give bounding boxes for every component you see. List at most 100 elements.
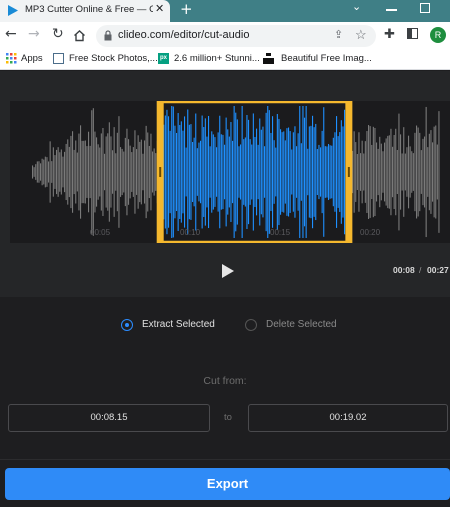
waveform-bar: [272, 116, 274, 228]
waveform-bar: [70, 135, 72, 209]
selection-start-handle-grip: [159, 167, 162, 177]
waveform-bar: [59, 152, 61, 192]
waveform-bar: [36, 161, 38, 183]
waveform-bar: [204, 118, 206, 226]
waveform-bar: [259, 118, 261, 226]
waveform-bar: [86, 146, 88, 198]
waveform-bar: [224, 144, 226, 200]
extensions-puzzle-icon[interactable]: ✚: [384, 26, 395, 42]
waveform-bar: [297, 133, 299, 211]
waveform-bar: [424, 136, 426, 208]
end-time-input[interactable]: 00:19.02: [248, 404, 448, 432]
waveform-bar: [243, 139, 245, 205]
waveform-bar: [363, 153, 365, 191]
bookmark-apps[interactable]: Apps: [21, 53, 43, 64]
waveform-bar: [168, 116, 170, 228]
waveform-bar: [404, 153, 406, 191]
waveform-bar: [164, 115, 166, 229]
waveform-bar: [147, 132, 149, 212]
browser-tab-active[interactable]: MP3 Cutter Online & Free — Clideo ✕: [0, 0, 170, 22]
waveform-bar: [337, 136, 339, 208]
waveform-bar: [84, 140, 86, 204]
waveform-bar: [176, 132, 178, 212]
waveform-bar: [368, 125, 370, 219]
clideo-favicon-icon: [8, 5, 18, 16]
waveform-bar: [248, 119, 250, 225]
waveform-bar: [172, 106, 174, 238]
waveform-bar: [96, 137, 98, 207]
url-text: clideo.com/editor/cut-audio: [118, 29, 250, 41]
waveform-bar: [436, 144, 438, 200]
play-button[interactable]: [219, 262, 237, 280]
delete-selected-radio[interactable]: [245, 319, 257, 331]
waveform-bar: [73, 149, 75, 195]
waveform-bar: [123, 151, 125, 193]
waveform-bar: [251, 144, 253, 200]
waveform-bar: [118, 116, 120, 228]
bookmark-stunning-images[interactable]: 2.6 million+ Stunni...: [174, 53, 260, 64]
waveform-bar: [219, 115, 221, 229]
waveform-bar: [201, 115, 203, 229]
start-time-input[interactable]: 00:08.15: [8, 404, 210, 432]
waveform-bar: [372, 126, 374, 218]
window-minimize-icon[interactable]: [386, 9, 397, 11]
waveform-bar: [120, 147, 122, 197]
waveform-bar: [403, 127, 405, 217]
waveform-bar: [240, 144, 242, 200]
waveform-bar: [273, 140, 275, 204]
waveform-bar: [411, 151, 413, 193]
waveform-bar: [344, 109, 346, 235]
tab-close-icon[interactable]: ✕: [155, 2, 164, 15]
export-button[interactable]: Export: [5, 468, 450, 500]
waveform-bar: [262, 126, 264, 218]
to-label: to: [224, 412, 232, 423]
waveform-bar: [244, 137, 246, 207]
waveform-bar: [62, 156, 64, 188]
back-arrow-icon[interactable]: ←: [5, 26, 17, 42]
home-icon[interactable]: [73, 29, 86, 42]
bookmark-beautiful-free-images[interactable]: Beautiful Free Imag...: [281, 53, 372, 64]
waveform-bar: [270, 132, 272, 212]
share-icon[interactable]: ⇪: [334, 28, 343, 41]
profile-avatar[interactable]: R: [430, 27, 446, 43]
tab-search-chevron-icon[interactable]: ⌄: [352, 0, 361, 13]
waveform-bar: [400, 134, 402, 210]
waveform-bar: [116, 132, 118, 212]
side-panel-icon[interactable]: [407, 28, 418, 39]
waveform-bar: [110, 136, 112, 208]
delete-selected-label[interactable]: Delete Selected: [266, 319, 337, 330]
waveform-bar: [57, 147, 59, 197]
waveform-bar: [188, 124, 190, 220]
extract-selected-label[interactable]: Extract Selected: [142, 319, 215, 330]
waveform-bar: [296, 146, 298, 198]
waveform-bar: [76, 152, 78, 192]
extract-selected-radio[interactable]: [121, 319, 133, 331]
waveform-bar: [225, 117, 227, 227]
forward-arrow-icon[interactable]: →: [28, 26, 40, 42]
waveform-bar: [180, 121, 182, 223]
camera-icon: [263, 53, 274, 64]
window-maximize-icon[interactable]: [420, 3, 430, 13]
waveform-bar: [228, 136, 230, 208]
waveform-bar: [89, 145, 91, 199]
waveform-bar: [358, 132, 360, 212]
address-bar[interactable]: clideo.com/editor/cut-audio ⇪ ☆: [96, 25, 376, 47]
bookmark-free-stock-photos[interactable]: Free Stock Photos,...: [69, 53, 158, 64]
waveform-panel: 00:0500:1000:1500:2000:25 00:08 / 00:27: [0, 71, 450, 297]
waveform[interactable]: 00:0500:1000:1500:2000:25: [10, 101, 450, 243]
bookmark-star-icon[interactable]: ☆: [355, 27, 367, 43]
waveform-bar: [321, 130, 323, 214]
photo-icon: [53, 53, 64, 64]
waveform-bar: [38, 161, 40, 183]
waveform-track[interactable]: 00:0500:1000:1500:2000:25: [10, 101, 450, 243]
waveform-bar: [41, 158, 43, 186]
waveform-bar: [384, 142, 386, 202]
new-tab-button[interactable]: +: [180, 0, 193, 18]
waveform-bar: [132, 147, 134, 197]
waveform-bar: [392, 146, 394, 198]
waveform-bar: [280, 129, 282, 215]
waveform-bar: [35, 164, 37, 180]
waveform-bar: [329, 145, 331, 199]
waveform-bar: [177, 113, 179, 231]
reload-icon[interactable]: ↻: [52, 26, 64, 42]
